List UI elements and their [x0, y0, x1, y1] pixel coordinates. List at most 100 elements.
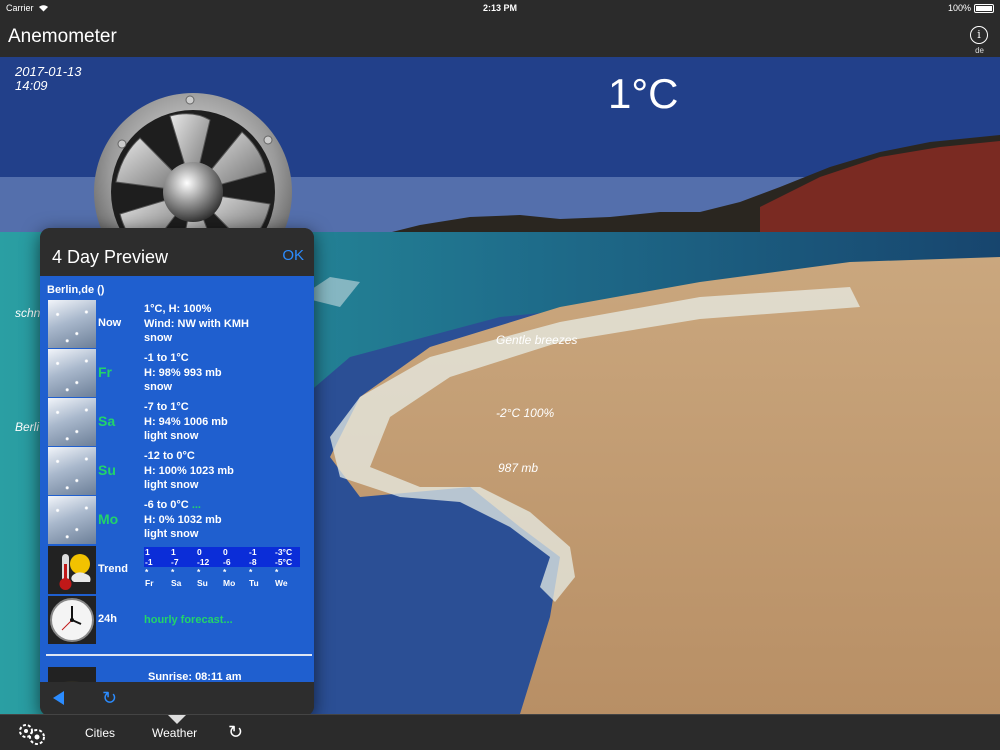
refresh-icon[interactable]: ↻ [228, 722, 243, 743]
row-line-3: snow [144, 332, 173, 344]
sunrise-text: Sunrise: 08:11 am [148, 671, 242, 682]
observation-date: 2017-01-13 [15, 64, 82, 79]
trend-marks-row: * * * * * * [144, 567, 300, 577]
snow-weather-icon [48, 349, 96, 397]
row-line-1: 1°C, H: 100% [144, 303, 212, 315]
trend-day: Sa [171, 578, 182, 588]
hourly-label: 24h [98, 613, 117, 625]
battery-text: 100% [947, 3, 971, 13]
trend-day: Fr [145, 578, 154, 588]
row-label: Now [98, 317, 122, 329]
trend-mark: * [171, 567, 175, 577]
row-details: -6 to 0°C ... H: 0% 1032 mb light snow [144, 498, 222, 542]
snow-weather-icon [48, 300, 96, 348]
more-dots-link[interactable]: ... [192, 499, 201, 511]
row-line-3: snow [144, 381, 173, 393]
info-icon[interactable]: i [970, 26, 988, 44]
app-title: Anemometer [8, 26, 117, 47]
row-line-2: H: 94% 1006 mb [144, 415, 228, 428]
forecast-row-now[interactable]: Now 1°C, H: 100% Wind: NW with KMH snow [48, 300, 308, 348]
selected-tab-indicator [168, 715, 186, 724]
row-line-3: light snow [144, 430, 199, 442]
popover-toolbar: ↻ [40, 682, 314, 716]
trend-table: 1 1 0 0 -1 -3°C -1 -7 -12 -6 -8 -5°C * *… [144, 547, 300, 588]
popover-title: 4 Day Preview [52, 247, 169, 267]
trend-low: -1 [144, 557, 170, 567]
trend-label: Trend [98, 563, 128, 575]
trend-low: -8 [248, 557, 274, 567]
trend-high: 0 [196, 547, 222, 557]
trend-mark: * [197, 567, 201, 577]
wind-description: Gentle breezes [496, 333, 578, 347]
sunrise-row: Sunrise: 08:11 am [48, 667, 308, 682]
snow-weather-icon [48, 447, 96, 495]
trend-days-row: Fr Sa Su Mo Tu We [144, 577, 300, 588]
gears-icon[interactable] [17, 722, 47, 746]
thermometer-sun-icon [48, 546, 96, 594]
divider [46, 654, 312, 656]
trend-row[interactable]: Trend 1 1 0 0 -1 -3°C -1 -7 -12 -6 -8 -5… [48, 546, 308, 594]
trend-low: -12 [196, 557, 222, 567]
tab-cities[interactable]: Cities [85, 726, 115, 740]
tab-bar: Cities Weather ↻ [0, 714, 1000, 750]
forecast-row-fr[interactable]: Fr -1 to 1°C H: 98% 993 mb snow [48, 349, 308, 397]
row-line-1: -12 to 0°C [144, 450, 195, 462]
trend-low: -5°C [274, 557, 300, 567]
row-line-3: light snow [144, 528, 199, 540]
trend-low: -6 [222, 557, 248, 567]
forecast-row-mo[interactable]: Mo -6 to 0°C ... H: 0% 1032 mb light sno… [48, 496, 308, 544]
current-temperature: 1°C [608, 70, 679, 117]
trend-day: Tu [249, 578, 259, 588]
row-label: Su [98, 462, 116, 478]
left-partial-label-2: Berli [15, 420, 40, 434]
trend-highs-row: 1 1 0 0 -1 -3°C [144, 547, 300, 557]
left-partial-label-1: schn [15, 306, 41, 320]
row-label: Mo [98, 511, 119, 527]
ok-button[interactable]: OK [282, 247, 304, 264]
trend-mark: * [275, 567, 279, 577]
forecast-row-sa[interactable]: Sa -7 to 1°C H: 94% 1006 mb light snow [48, 398, 308, 446]
battery-indicator: 100% [948, 3, 994, 13]
pressure-readout: 987 mb [498, 461, 539, 475]
row-line-2: H: 98% 993 mb [144, 366, 222, 379]
trend-mark: * [223, 567, 227, 577]
row-line-2: H: 0% 1032 mb [144, 513, 222, 526]
row-line-1: -1 to 1°C [144, 352, 189, 364]
trend-high: -3°C [274, 547, 300, 557]
navigation-bar: Anemometer i de [0, 16, 1000, 57]
trend-mark: * [249, 567, 253, 577]
city-label: Berlin,de () [47, 284, 105, 296]
status-bar: Carrier 2:13 PM 100% [0, 0, 1000, 16]
tab-weather[interactable]: Weather [152, 726, 197, 740]
forecast-row-su[interactable]: Su -12 to 0°C H: 100% 1023 mb light snow [48, 447, 308, 495]
four-day-preview-popover: 4 Day Preview OK Berlin,de () Now 1°C, H… [40, 228, 314, 716]
row-details: -7 to 1°C H: 94% 1006 mb light snow [144, 400, 228, 444]
row-line-2: Wind: NW with KMH [144, 317, 249, 330]
row-line-1-text: -6 to 0°C [144, 499, 189, 511]
hourly-row[interactable]: 24h hourly forecast... [48, 596, 308, 644]
hourly-forecast-link[interactable]: hourly forecast... [144, 613, 233, 628]
row-line-3: light snow [144, 479, 199, 491]
trend-mark: * [145, 567, 149, 577]
trend-day: Mo [223, 578, 236, 588]
row-label: Fr [98, 364, 112, 380]
language-label: de [975, 46, 984, 55]
row-details: -12 to 0°C H: 100% 1023 mb light snow [144, 449, 234, 493]
snow-weather-icon [48, 398, 96, 446]
battery-icon [974, 3, 994, 13]
row-line-2: H: 100% 1023 mb [144, 464, 234, 477]
back-arrow-icon[interactable] [53, 691, 64, 705]
sunrise-icon [48, 667, 96, 682]
row-details: 1°C, H: 100% Wind: NW with KMH snow [144, 302, 249, 346]
observation-datetime: 2017-01-13 14:09 [15, 65, 82, 93]
row-details: -1 to 1°C H: 98% 993 mb snow [144, 351, 222, 395]
trend-day: We [275, 578, 288, 588]
trend-high: -1 [248, 547, 274, 557]
trend-high: 1 [170, 547, 196, 557]
observation-time: 14:09 [15, 78, 48, 93]
forecast-list[interactable]: Berlin,de () Now 1°C, H: 100% Wind: NW w… [40, 276, 314, 682]
row-line-1: -7 to 1°C [144, 401, 189, 413]
temp-humidity-readout: -2°C 100% [496, 406, 555, 420]
reload-icon[interactable]: ↻ [102, 688, 117, 709]
clock: 2:13 PM [482, 3, 517, 13]
